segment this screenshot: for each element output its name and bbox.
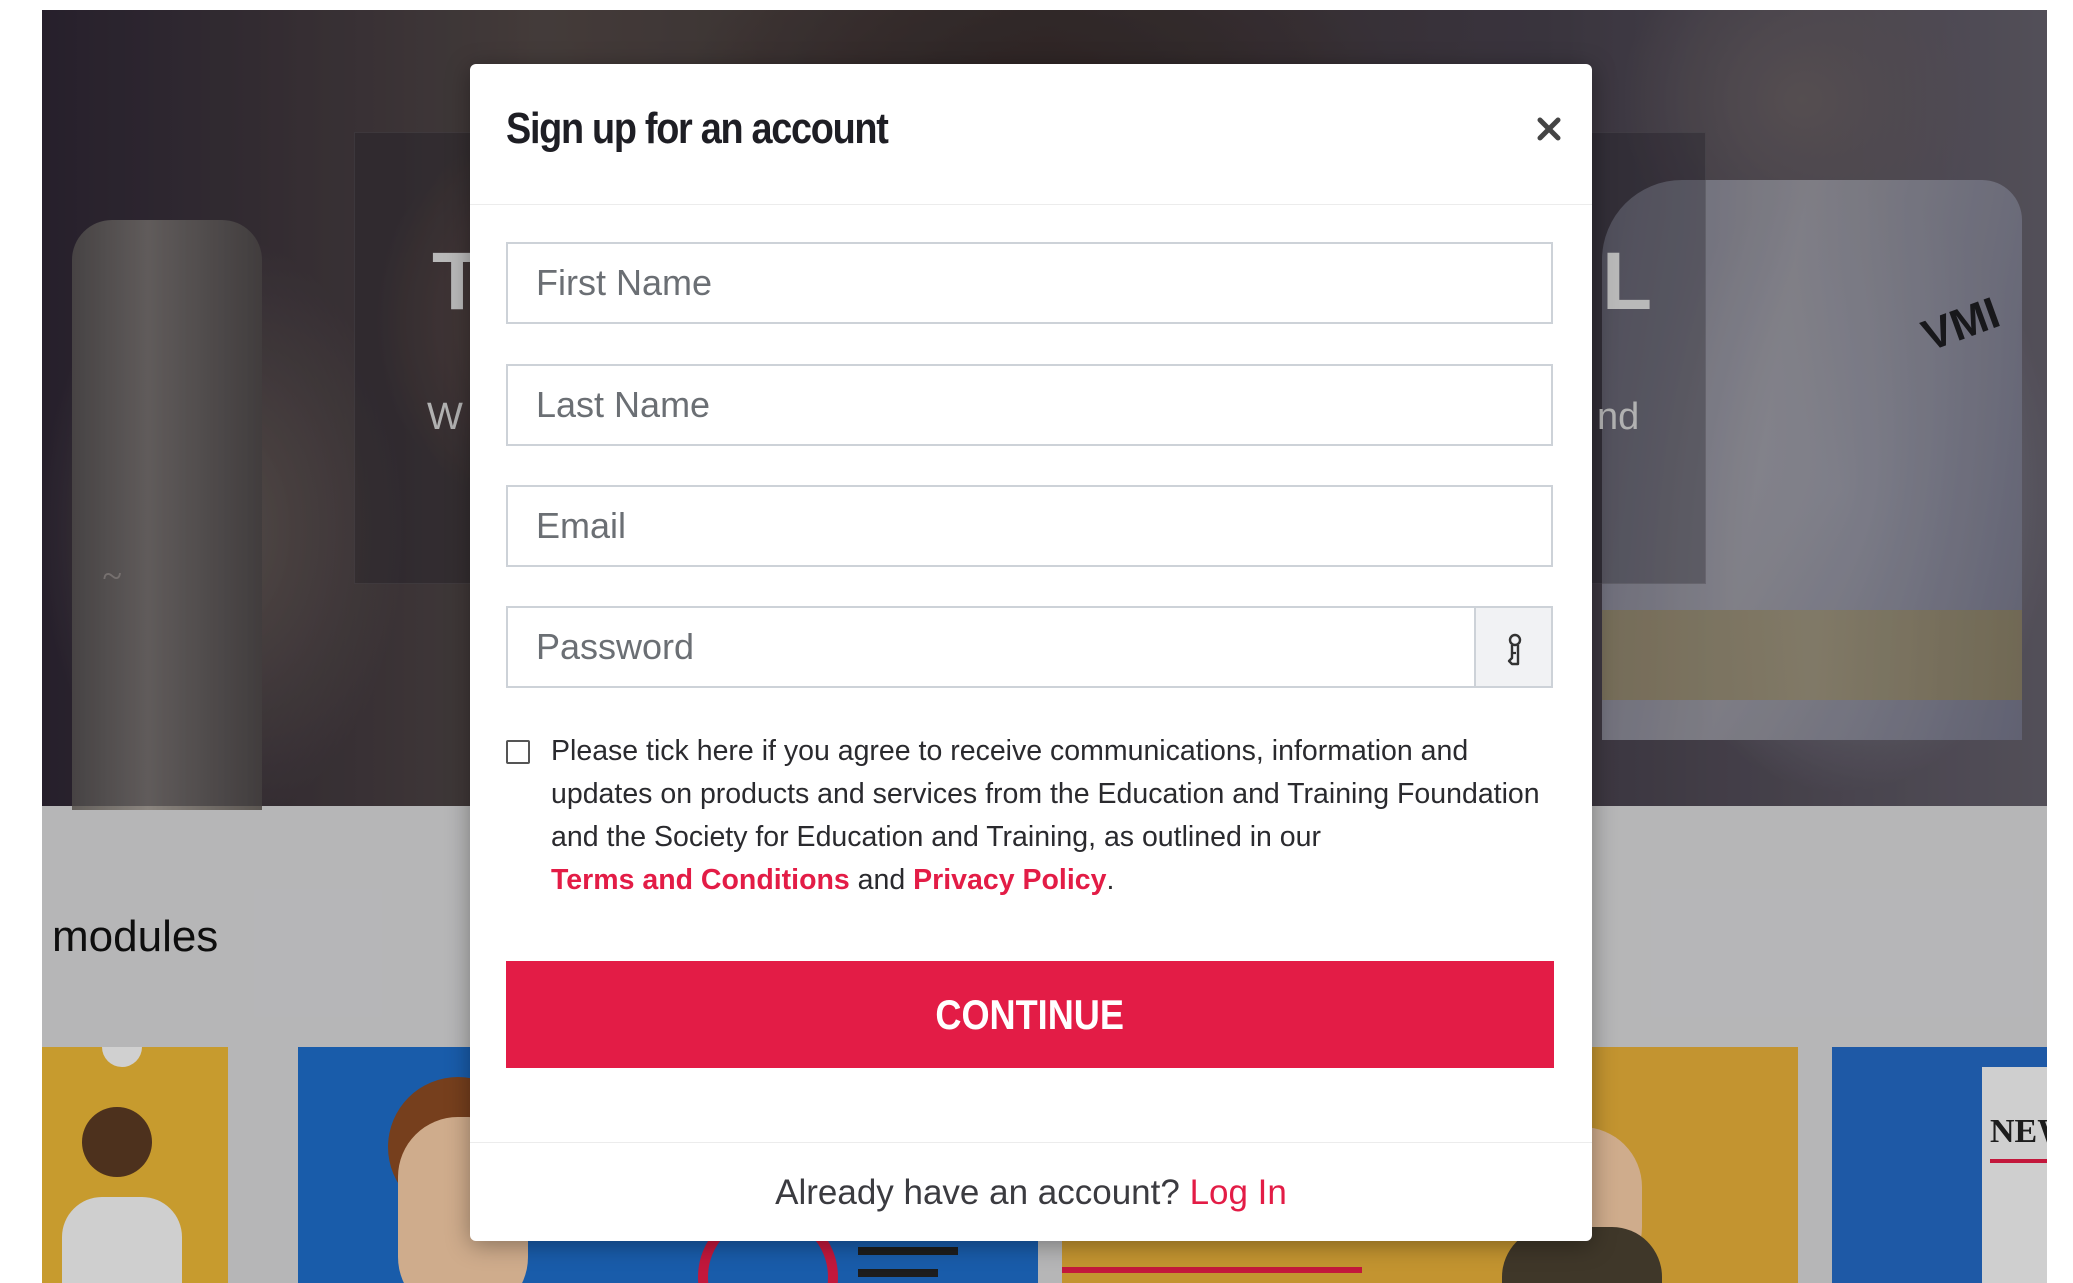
continue-button[interactable]: CONTINUE — [506, 961, 1554, 1068]
consent-checkbox[interactable] — [506, 740, 530, 764]
terms-link[interactable]: Terms and Conditions — [551, 864, 850, 896]
first-name-input[interactable] — [506, 242, 1553, 324]
key-icon — [1507, 633, 1522, 666]
last-name-input[interactable] — [506, 364, 1553, 446]
modal-header: Sign up for an account — [470, 64, 1592, 205]
login-prompt-text: Already have an account? — [775, 1173, 1190, 1212]
consent-text: Please tick here if you agree to receive… — [551, 730, 1561, 902]
email-input[interactable] — [506, 485, 1553, 567]
signup-modal: Sign up for an account Please tick here … — [470, 64, 1592, 1241]
consent-line: Please tick here if you agree to receive… — [551, 735, 1469, 767]
consent-links-line: Terms and Conditions and Privacy Policy. — [551, 859, 1561, 902]
modal-title: Sign up for an account — [506, 104, 889, 153]
modal-footer: Already have an account? Log In — [470, 1142, 1592, 1242]
consent-period: . — [1106, 864, 1115, 896]
close-icon[interactable] — [1526, 106, 1572, 152]
continue-label: CONTINUE — [935, 990, 1125, 1038]
password-toggle-button[interactable] — [1474, 606, 1553, 688]
login-link[interactable]: Log In — [1190, 1173, 1287, 1212]
password-input[interactable] — [506, 606, 1476, 688]
login-prompt: Already have an account? Log In — [470, 1173, 1592, 1213]
privacy-link[interactable]: Privacy Policy — [913, 864, 1106, 896]
consent-line: and the Society for Education and Traini… — [551, 821, 1322, 853]
consent-and: and — [849, 864, 914, 896]
consent-line: updates on products and services from th… — [551, 778, 1540, 810]
